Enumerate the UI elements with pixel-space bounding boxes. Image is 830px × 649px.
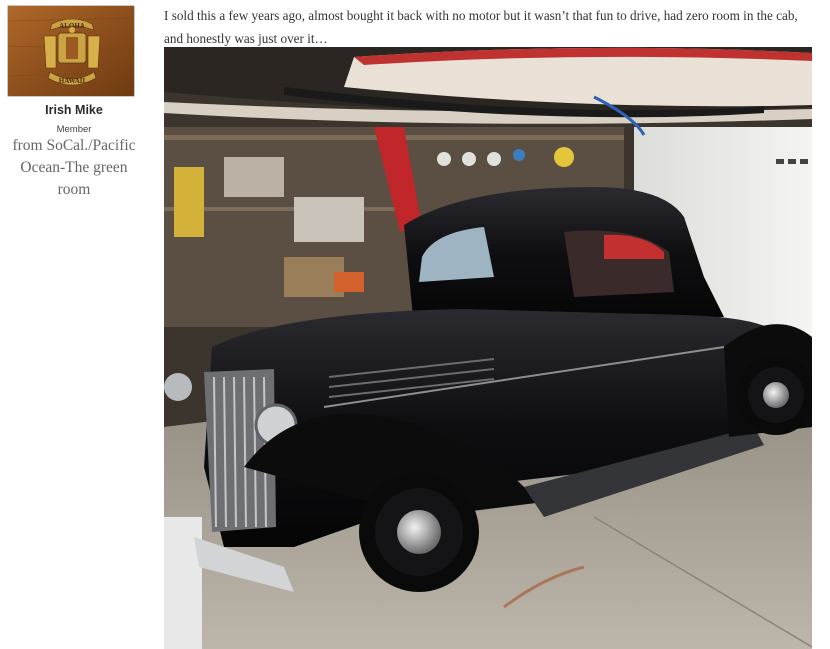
- avatar-bottom-text: HAWAII: [59, 77, 86, 85]
- user-info: ALOHA HAWAII Irish Mike Member from SoCa…: [0, 0, 148, 649]
- user-title: Member: [56, 124, 92, 135]
- avatar[interactable]: ALOHA HAWAII: [7, 5, 135, 97]
- vintage-car-photo: [164, 47, 812, 649]
- post-image[interactable]: [164, 47, 812, 649]
- post-message-text: I sold this a few years ago, almost boug…: [164, 8, 798, 46]
- user-location: from SoCal./Pacific Ocean-The green room: [12, 137, 136, 198]
- aloha-hawaii-plaque-icon: ALOHA HAWAII: [8, 6, 134, 96]
- username[interactable]: Irish Mike: [0, 103, 148, 117]
